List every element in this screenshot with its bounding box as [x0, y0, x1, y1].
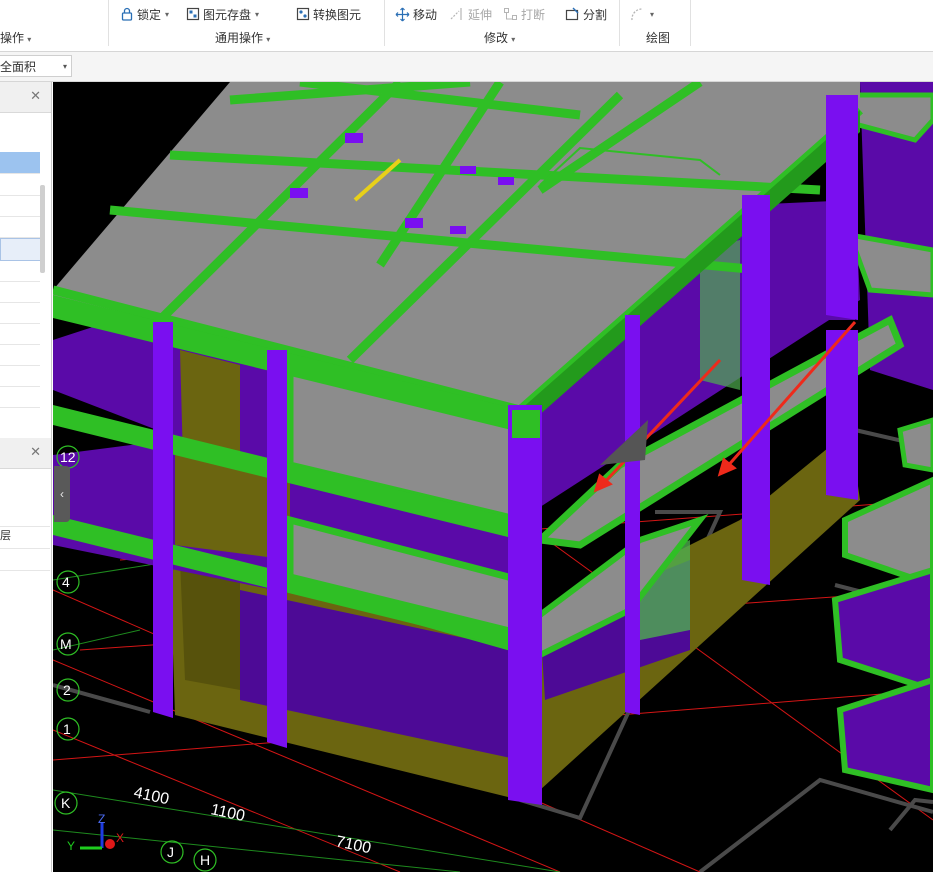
floor-list-item[interactable]: 层	[0, 527, 50, 549]
close-icon[interactable]: ✕	[30, 444, 41, 460]
axis-label: 1	[63, 721, 71, 737]
building-model[interactable]: 12 4 M 2 1 K J H 4100 1100 7100 Z Y X	[53, 82, 933, 872]
list-item[interactable]	[0, 344, 40, 366]
ribbon-toolbar: 操作 ▾ 锁定 ▾ 图元存盘 ▾ 转换图元 通用操作 ▾ 移动 延伸 打断 分割 修…	[0, 0, 933, 52]
break-button[interactable]: 打断	[503, 4, 545, 24]
list-item[interactable]	[0, 174, 40, 196]
axis-label: 12	[60, 449, 76, 465]
convert-label: 转换图元	[313, 7, 362, 22]
save-element-label: 图元存盘	[203, 7, 252, 22]
area-type-dropdown[interactable]: 全面积 ▾	[0, 55, 72, 77]
group-separator	[108, 0, 109, 46]
floor-item-label: 层	[0, 530, 11, 542]
axis-label: 2	[63, 682, 71, 698]
list-item[interactable]	[0, 238, 42, 261]
list-item[interactable]	[0, 549, 50, 571]
axis-label: K	[61, 795, 71, 811]
extend-label: 延伸	[468, 7, 493, 22]
list-item[interactable]	[0, 323, 40, 345]
split-button[interactable]: 分割	[565, 4, 607, 24]
list-item[interactable]	[0, 505, 50, 527]
list-item[interactable]	[0, 386, 40, 408]
axis-label: M	[60, 636, 72, 652]
chevron-down-icon: ▾	[62, 62, 67, 71]
modify-group-label[interactable]: 修改 ▾	[484, 29, 515, 46]
break-icon	[504, 8, 517, 20]
draw-group-label: 绘图	[646, 31, 671, 45]
axis-label: J	[167, 844, 174, 860]
list-item[interactable]	[0, 281, 40, 303]
ops-group-label[interactable]: 操作 ▾	[0, 29, 31, 46]
group-separator	[384, 0, 385, 46]
triad-y-label: Y	[67, 839, 75, 853]
general-ops-group-label[interactable]: 通用操作 ▾	[215, 29, 270, 46]
collapse-panel-button[interactable]: ‹	[54, 466, 70, 522]
group-separator	[690, 0, 691, 46]
arc-draw-button[interactable]: ▾	[630, 4, 654, 24]
3d-viewport[interactable]: 12 4 M 2 1 K J H 4100 1100 7100 Z Y X	[53, 82, 933, 872]
move-label: 移动	[413, 7, 438, 22]
axis-label: H	[200, 852, 210, 868]
left-panel: ✕ ✕ 层	[0, 82, 52, 872]
save-element-icon	[186, 7, 200, 21]
triad-z-label: Z	[98, 812, 105, 826]
panel-header: ✕	[0, 438, 51, 469]
move-button[interactable]: 移动	[395, 4, 437, 24]
panel-scrollbar[interactable]	[40, 185, 45, 273]
group-separator	[619, 0, 620, 46]
property-bar: 全面积 ▾	[0, 52, 933, 82]
panel-header: ✕	[0, 82, 51, 113]
close-icon[interactable]: ✕	[30, 88, 41, 104]
break-label: 打断	[521, 7, 546, 22]
list-item[interactable]	[0, 152, 40, 174]
convert-icon	[296, 7, 310, 21]
arc-draw-icon	[631, 8, 643, 21]
lock-icon	[121, 7, 133, 21]
list-item[interactable]	[0, 302, 40, 324]
area-type-value: 全面积	[0, 60, 37, 74]
lock-label: 锁定	[137, 7, 162, 22]
axis-label: 4	[62, 574, 70, 590]
list-item[interactable]	[0, 216, 40, 238]
triad-x-label: X	[116, 831, 124, 845]
split-icon	[565, 7, 579, 21]
split-label: 分割	[583, 7, 608, 22]
extend-icon	[450, 8, 462, 20]
save-element-button[interactable]: 图元存盘 ▾	[186, 4, 259, 24]
list-item[interactable]	[0, 260, 40, 282]
extend-button[interactable]: 延伸	[450, 4, 492, 24]
chevron-left-icon: ‹	[60, 487, 64, 501]
list-item[interactable]	[0, 365, 40, 387]
move-icon	[395, 7, 410, 21]
list-item[interactable]	[0, 195, 40, 217]
convert-element-button[interactable]: 转换图元	[296, 4, 361, 24]
lock-button[interactable]: 锁定 ▾	[120, 4, 169, 24]
